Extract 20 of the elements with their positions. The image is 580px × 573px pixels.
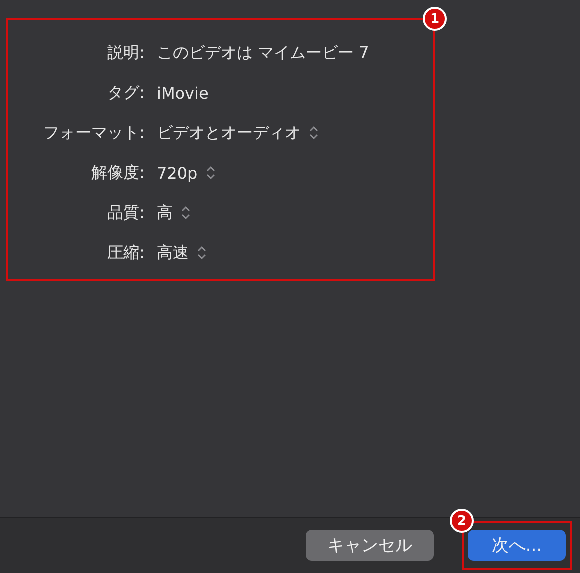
annotation-badge: 2 xyxy=(450,509,474,533)
field-label: 圧縮: xyxy=(106,242,145,264)
field-value: iMovie xyxy=(157,84,209,102)
chevron-updown-icon xyxy=(197,245,207,261)
field-label: タグ: xyxy=(106,82,145,104)
popup-menu[interactable]: 720p xyxy=(157,164,216,182)
popup-menu[interactable]: ビデオとオーディオ xyxy=(157,122,319,144)
chevron-updown-icon xyxy=(309,125,319,141)
next-button[interactable]: 次へ... xyxy=(468,530,566,561)
annotation-badge: 1 xyxy=(423,7,447,31)
field-value: このビデオは マイムービー 7 xyxy=(157,42,370,64)
popup-menu[interactable]: 高速 xyxy=(157,242,207,264)
field-label: 解像度: xyxy=(90,162,145,184)
field-label: 品質: xyxy=(106,202,145,224)
chevron-updown-icon xyxy=(181,205,191,221)
cancel-button[interactable]: キャンセル xyxy=(306,530,434,561)
field-label: フォーマット: xyxy=(42,122,145,144)
field-label: 説明: xyxy=(106,42,145,64)
chevron-updown-icon xyxy=(206,165,216,181)
popup-menu[interactable]: 高 xyxy=(157,202,191,224)
